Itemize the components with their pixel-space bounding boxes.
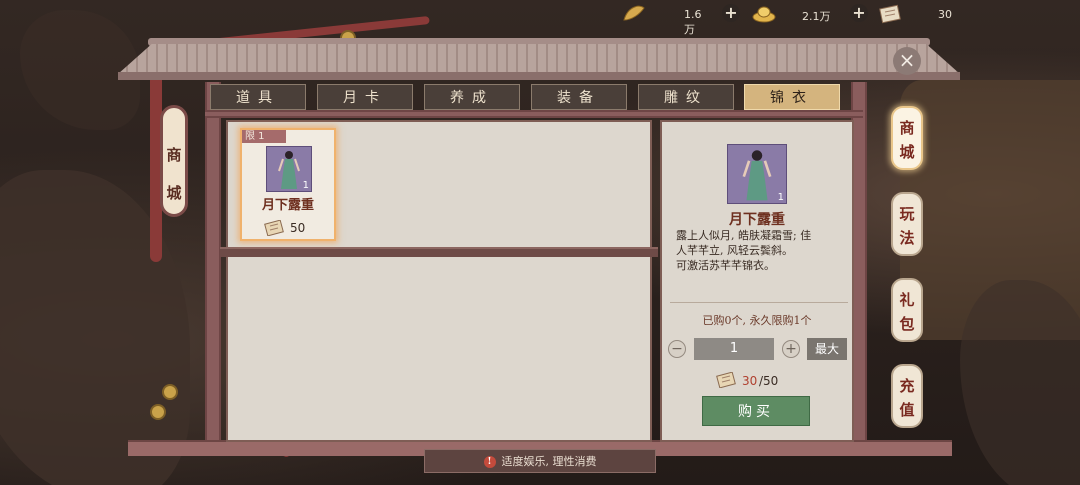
side-tab-gift-pack[interactable]: 礼 包	[891, 278, 923, 342]
health-notice-text: 适度娱乐, 理性消费	[501, 455, 597, 468]
purchase-limit-info: 已购0个, 永久限购1个	[702, 314, 812, 327]
item-card[interactable]: 限 1 1 月下露重 50	[240, 128, 336, 241]
scroll-ticket-icon	[716, 372, 736, 388]
description-line: 人芊芊立, 风轻云鬓斜。	[676, 244, 793, 257]
copper-coin-icon	[150, 404, 166, 420]
side-tab-char: 包	[899, 315, 915, 333]
close-button[interactable]: ×	[893, 47, 921, 75]
warning-icon: !	[483, 456, 496, 468]
buy-button[interactable]: 购买	[702, 396, 810, 426]
add-gold-button[interactable]: +	[722, 4, 740, 22]
roof-tiles	[118, 44, 960, 74]
tab-monthly-card[interactable]: 月卡	[317, 84, 413, 110]
item-icon: 1	[266, 146, 312, 192]
scroll-ticket-icon	[879, 4, 901, 24]
ingot-currency: 2.1万	[752, 4, 852, 26]
item-name: 月下露重	[261, 198, 314, 213]
decrease-quantity-button[interactable]: −	[668, 340, 686, 358]
scroll-value: 30	[938, 8, 952, 21]
side-tab-char: 礼	[899, 291, 915, 309]
tab-items[interactable]: 道具	[210, 84, 306, 110]
detail-item-name: 月下露重	[729, 212, 785, 228]
side-tab-char: 城	[899, 143, 915, 161]
shop-side-label: 商 城	[160, 105, 188, 217]
gold-value: 1.6万	[684, 8, 702, 36]
cost-required: /50	[759, 374, 779, 388]
tab-outfits[interactable]: 锦衣	[744, 84, 840, 110]
side-tab-char: 值	[899, 401, 915, 419]
copper-coin-icon	[162, 384, 178, 400]
mountain-rock-right	[960, 280, 1080, 485]
detail-separator	[670, 302, 848, 303]
side-tab-shop[interactable]: 商 城	[891, 106, 923, 170]
tab-engraving[interactable]: 雕纹	[638, 84, 734, 110]
shelf-divider	[220, 247, 658, 257]
scroll-currency: 30	[878, 4, 978, 26]
health-notice: ! 适度娱乐, 理性消费	[424, 449, 656, 473]
item-quantity: 1	[302, 180, 309, 191]
gold-leaf-icon	[623, 5, 645, 21]
side-tab-char: 充	[899, 377, 915, 395]
quantity-input[interactable]: 1	[694, 338, 774, 360]
item-price-value: 50	[290, 221, 306, 235]
currency-bar: 1.6万 + 2.1万 + 30	[610, 0, 1080, 36]
beam-top	[205, 110, 863, 118]
side-tab-char: 法	[899, 229, 915, 247]
side-tab-char: 玩	[899, 205, 915, 223]
limit-badge: 限 1	[242, 130, 286, 143]
side-tab-gameplay[interactable]: 玩 法	[891, 192, 923, 256]
pavilion-roof	[118, 38, 960, 82]
description-line: 可激活苏芊芊锦衣。	[676, 259, 775, 272]
roof-eave	[118, 72, 960, 80]
detail-item-icon: 1	[727, 144, 787, 204]
max-quantity-button[interactable]: 最大	[807, 338, 847, 360]
ingot-value: 2.1万	[802, 10, 831, 23]
side-tab-recharge[interactable]: 充 值	[891, 364, 923, 428]
detail-item-quantity: 1	[777, 192, 784, 203]
scroll-ticket-icon	[264, 220, 284, 236]
tab-cultivation[interactable]: 养成	[424, 84, 520, 110]
side-tab-char: 商	[899, 119, 915, 137]
description-line: 露上人似月, 皓肤凝霜雪; 佳	[676, 229, 812, 242]
item-description: 露上人似月, 皓肤凝霜雪; 佳 人芊芊立, 风轻云鬓斜。 可激活苏芊芊锦衣。	[676, 228, 844, 273]
side-label-char: 城	[166, 184, 182, 202]
add-ingot-button[interactable]: +	[850, 4, 868, 22]
side-label-char: 商	[166, 146, 182, 164]
cost-owned: 30	[742, 374, 758, 388]
gold-currency: 1.6万	[622, 4, 712, 36]
pillar-left	[205, 82, 221, 444]
increase-quantity-button[interactable]: +	[782, 340, 800, 358]
gold-ingot-icon	[752, 6, 776, 23]
tab-equipment[interactable]: 装备	[531, 84, 627, 110]
